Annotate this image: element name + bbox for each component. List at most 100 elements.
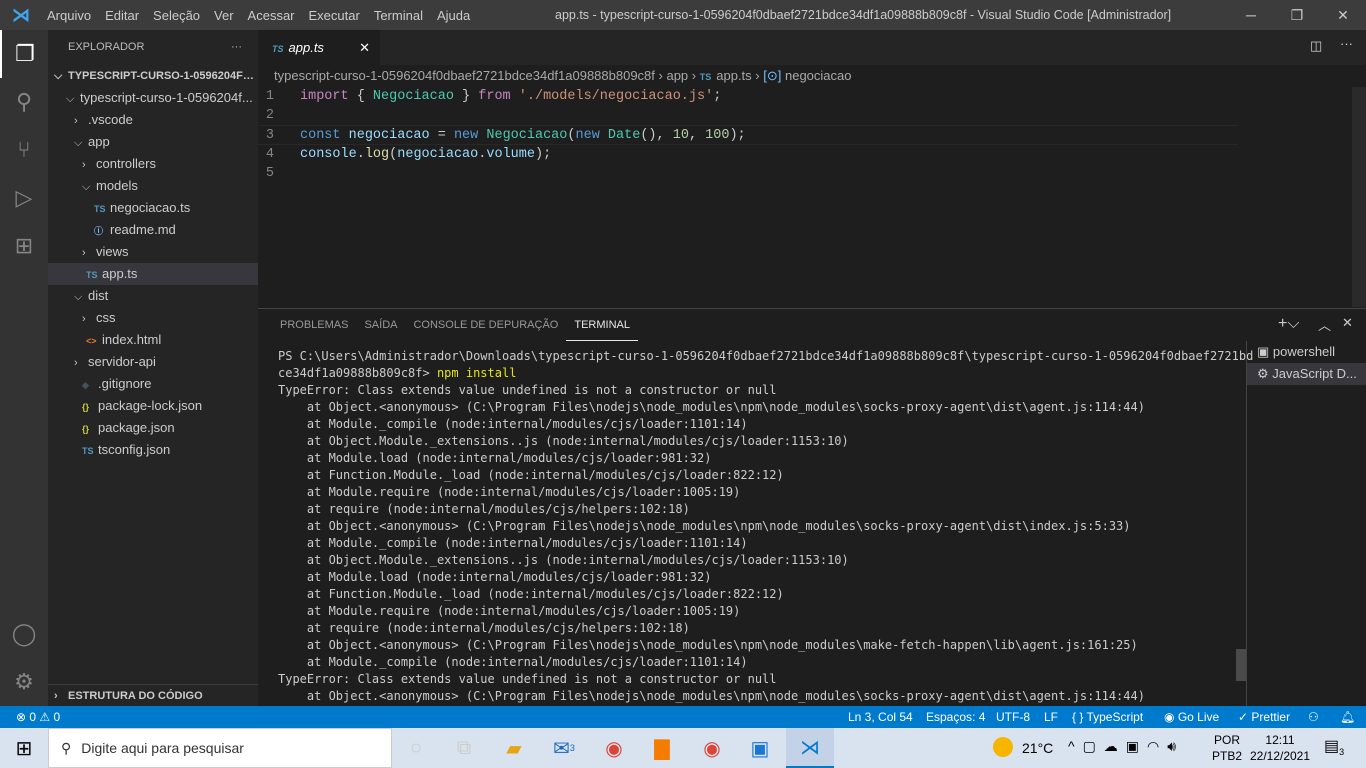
chrome-icon[interactable]: ◉ — [590, 728, 638, 768]
gear-icon[interactable]: ⚙ — [0, 658, 48, 706]
layout-label: PTB2 — [1212, 749, 1243, 763]
chrome-profile-icon[interactable]: ◉ — [688, 728, 736, 768]
tree-item[interactable]: › css — [48, 307, 258, 329]
tree-item[interactable]: <> index.html — [48, 329, 258, 351]
tab-terminal[interactable]: TERMINAL — [566, 309, 638, 341]
breadcrumb-app[interactable]: app — [666, 68, 688, 83]
terminal-powershell[interactable]: ▣ powershell — [1247, 341, 1366, 363]
tree-item[interactable]: ⌵ app — [48, 131, 258, 153]
close-panel-icon[interactable]: ✕ — [1342, 315, 1353, 331]
maximize-panel-icon[interactable]: ︿ — [1318, 315, 1331, 334]
weather-icon[interactable] — [993, 737, 1013, 757]
problems-status[interactable]: ⊗ 0 ⚠ 0 — [16, 706, 60, 728]
source-control-icon[interactable]: ⑂ — [0, 126, 48, 174]
more-actions-icon[interactable]: ··· — [231, 30, 242, 65]
sublime-icon[interactable]: ▇ — [638, 728, 686, 768]
lang-label: POR — [1214, 733, 1241, 747]
terminal-javascript-debug[interactable]: ⚙ JavaScript D... — [1247, 363, 1366, 385]
tree-item[interactable]: ⓘ readme.md — [48, 219, 258, 241]
tab-problemas[interactable]: PROBLEMAS — [272, 309, 356, 341]
tree-item-label: app — [88, 134, 110, 149]
notifications-icon[interactable]: ▤3 — [1324, 736, 1344, 757]
tray-icons[interactable]: ^▢☁▣◠🔊︎ — [1068, 738, 1184, 755]
menu-acessar[interactable]: Acessar — [241, 8, 302, 23]
terminal-scrollbar[interactable] — [1236, 649, 1246, 681]
tab-app-ts[interactable]: TS app.ts ✕ — [258, 30, 380, 65]
tree-item[interactable]: {} package-lock.json — [48, 395, 258, 417]
menu-terminal[interactable]: Terminal — [367, 8, 430, 23]
tree-item[interactable]: › views — [48, 241, 258, 263]
tree-item[interactable]: › servidor-api — [48, 351, 258, 373]
explorer-icon[interactable]: ❐ — [0, 30, 48, 78]
git-file-icon: ◆ — [82, 380, 89, 390]
windows-start-icon[interactable]: ⊞ — [0, 728, 48, 768]
tree-item[interactable]: {} package.json — [48, 417, 258, 439]
clock[interactable]: 12:11 22/12/2021 — [1248, 732, 1312, 764]
encoding[interactable]: UTF-8 — [996, 706, 1030, 728]
tree-item[interactable]: ⌵ dist — [48, 285, 258, 307]
typescript-icon: TS — [272, 44, 284, 54]
language-mode[interactable]: { } TypeScript — [1072, 706, 1143, 728]
cortana-icon[interactable]: ○ — [392, 728, 440, 768]
outline-section[interactable]: › ESTRUTURA DO CÓDIGO — [48, 684, 258, 706]
taskbar-search[interactable]: ⚲ Digite aqui para pesquisar — [48, 728, 392, 768]
terminal-line: at Object.<anonymous> (C:\Program Files\… — [278, 519, 1131, 533]
line-number: 5 — [265, 165, 274, 181]
terminal-output[interactable]: PS C:\Users\Administrador\Downloads\type… — [278, 348, 1253, 705]
restore-button[interactable]: ❐ — [1274, 0, 1320, 30]
tree-item[interactable]: ⌵ typescript-curso-1-0596204f... — [48, 87, 258, 109]
extensions-icon[interactable]: ⊞ — [0, 222, 48, 270]
eol[interactable]: LF — [1044, 706, 1058, 728]
prettier-button[interactable]: ✓ Prettier — [1238, 706, 1290, 728]
tab-saida[interactable]: SAÍDA — [356, 309, 405, 341]
workspace-root[interactable]: ⌵ TYPESCRIPT-CURSO-1-0596204F0... — [48, 65, 258, 87]
feedback-icon[interactable]: ⚇ — [1308, 706, 1319, 728]
tree-item-label: controllers — [96, 156, 156, 171]
tree-item[interactable]: ⌵ models — [48, 175, 258, 197]
remote-desktop-icon[interactable]: ▣ — [736, 728, 784, 768]
task-view-icon[interactable]: ⧉ — [440, 728, 488, 768]
temperature[interactable]: 21°C — [1022, 740, 1053, 756]
tree-item[interactable]: TS app.ts — [48, 263, 258, 285]
tree-item[interactable]: › .vscode — [48, 109, 258, 131]
tree-item[interactable]: › controllers — [48, 153, 258, 175]
more-actions-icon[interactable]: ··· — [1340, 36, 1353, 51]
tab-console-depuracao[interactable]: CONSOLE DE DEPURAÇÃO — [405, 309, 566, 341]
split-editor-icon[interactable]: ◫ — [1310, 38, 1322, 54]
close-window-button[interactable]: ✕ — [1320, 0, 1366, 30]
code-editor[interactable]: 1 import { Negociacao } from './models/ne… — [258, 87, 1238, 183]
run-debug-icon[interactable]: ▷ — [0, 174, 48, 222]
new-terminal-icon[interactable]: +⌵ — [1278, 315, 1299, 333]
tree-item[interactable]: TS tsconfig.json — [48, 439, 258, 461]
tree-item[interactable]: TS negociacao.ts — [48, 197, 258, 219]
breadcrumb-file[interactable]: app.ts — [716, 68, 751, 83]
breadcrumb-root[interactable]: typescript-curso-1-0596204f0dbaef2721bdc… — [274, 68, 655, 83]
go-live-button[interactable]: ◉ Go Live — [1164, 706, 1219, 728]
typescript-icon: TS — [699, 72, 712, 82]
input-language[interactable]: POR PTB2 — [1212, 732, 1242, 764]
menu-executar[interactable]: Executar — [302, 8, 367, 23]
mail-badge: 3 — [569, 743, 575, 753]
indentation[interactable]: Espaços: 4 — [926, 706, 985, 728]
terminal-list: ▣ powershell ⚙ JavaScript D... — [1246, 341, 1366, 707]
menu-arquivo[interactable]: Arquivo — [40, 8, 98, 23]
breadcrumb-symbol[interactable]: negociacao — [785, 68, 852, 83]
cursor-position[interactable]: Ln 3, Col 54 — [848, 706, 913, 728]
mail-icon[interactable]: ✉ 3 — [540, 728, 588, 768]
file-explorer-icon[interactable]: ▰ — [490, 728, 538, 768]
menu-selecao[interactable]: Seleção — [146, 8, 207, 23]
editor-scrollbar[interactable] — [1352, 87, 1366, 307]
search-icon[interactable]: ⚲ — [0, 78, 48, 126]
account-icon[interactable]: ◯ — [0, 610, 48, 658]
close-icon[interactable]: ✕ — [359, 30, 370, 65]
chevron-right-icon: › — [82, 313, 86, 325]
tree-item[interactable]: ◆ .gitignore — [48, 373, 258, 395]
menu-editar[interactable]: Editar — [98, 8, 146, 23]
chevron-right-icon: › — [74, 115, 78, 127]
bell-icon[interactable]: 🔔︎ — [1340, 706, 1355, 728]
menu-ajuda[interactable]: Ajuda — [430, 8, 477, 23]
menu-ver[interactable]: Ver — [207, 8, 241, 23]
vscode-taskbar-icon[interactable]: ⋊ — [786, 728, 834, 768]
minimize-button[interactable]: ─ — [1228, 0, 1274, 30]
title-bar: ⋊ Arquivo Editar Seleção Ver Acessar Exe… — [0, 0, 1366, 30]
